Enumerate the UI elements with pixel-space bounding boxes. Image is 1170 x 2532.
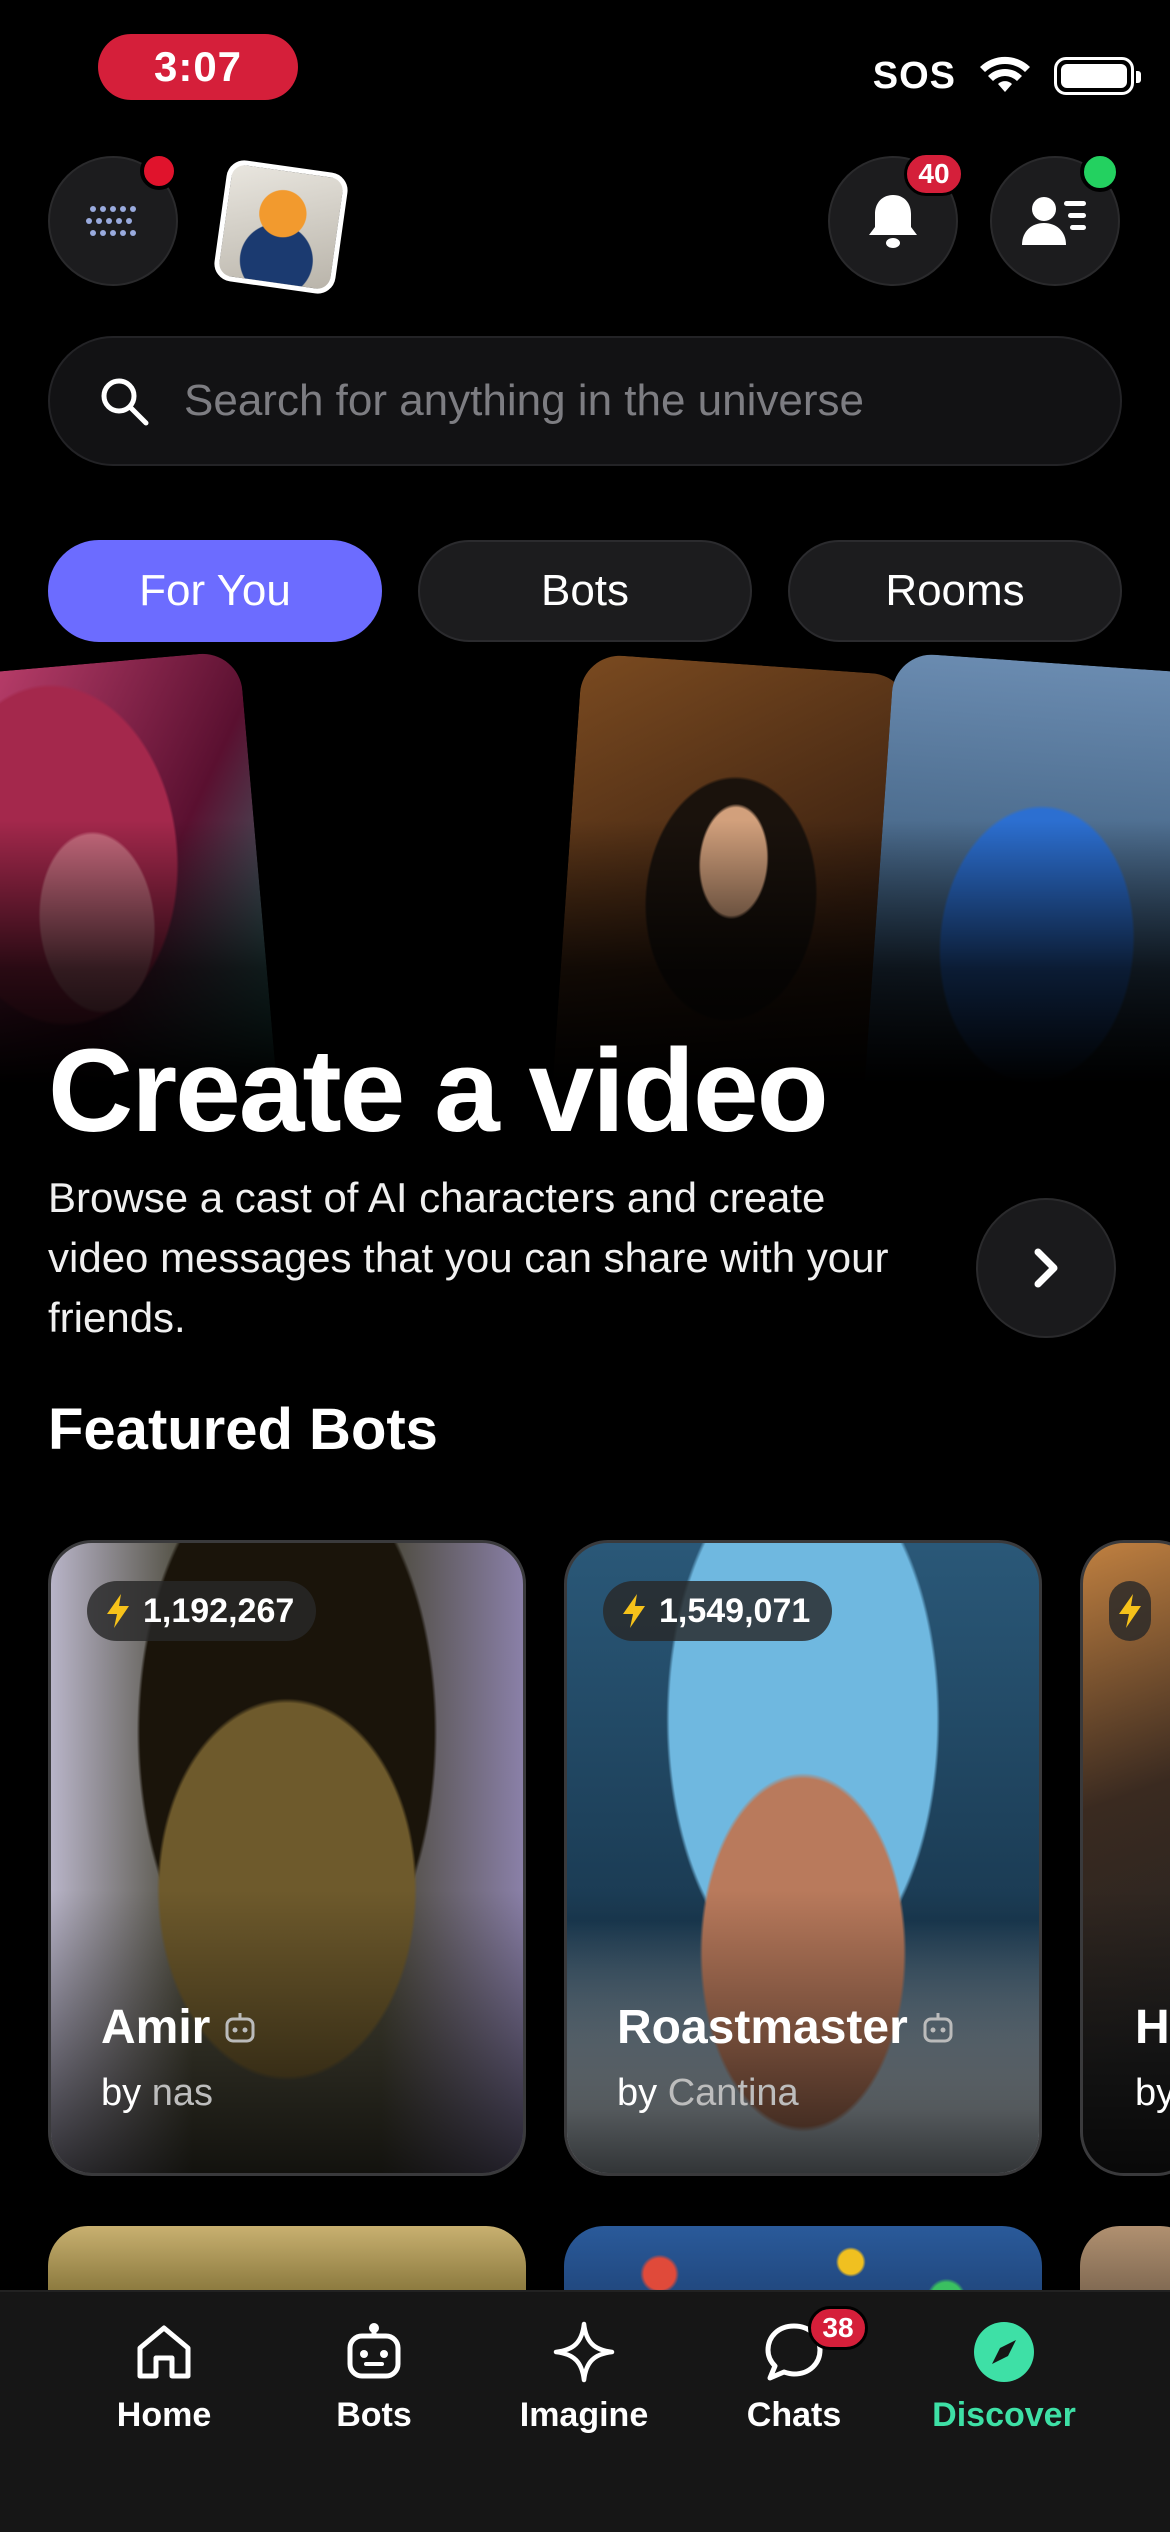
lightning-icon: [623, 1594, 645, 1628]
nav-chats-label: Chats: [746, 2396, 842, 2434]
robot-icon: [923, 2012, 953, 2042]
battery-icon: [1054, 57, 1141, 95]
featured-bots-title: Featured Bots: [48, 1397, 438, 1462]
robot-icon: [225, 2012, 255, 2042]
hero-description: Browse a cast of AI characters and creat…: [48, 1174, 889, 1341]
chevron-right-icon: [1034, 1248, 1058, 1288]
chats-badge: 38: [808, 2306, 868, 2350]
status-icons: SOS: [872, 46, 1141, 106]
compass-icon: [974, 2322, 1034, 2382]
nav-imagine[interactable]: Imagine: [484, 2320, 684, 2435]
carrier-label: SOS: [872, 54, 956, 97]
tab-for-you[interactable]: For You: [48, 540, 382, 642]
bot-stat-pill: [1109, 1581, 1151, 1641]
tab-bots[interactable]: Bots: [418, 540, 752, 642]
bot-author-name: nas: [151, 2072, 213, 2114]
bot-card-amir[interactable]: 1,192,267 Amir by nas: [48, 1540, 526, 2176]
nav-imagine-label: Imagine: [519, 2396, 649, 2434]
nav-bots[interactable]: Bots: [274, 2320, 474, 2435]
status-time: 3:07: [98, 34, 298, 100]
bot-stat-value: 1,192,267: [143, 1591, 295, 1630]
hero-title: Create a video: [48, 1025, 829, 1157]
search-placeholder: Search for anything in the universe: [184, 376, 864, 425]
bot-stat-value: 1,549,071: [659, 1591, 811, 1630]
tab-rooms[interactable]: Rooms: [788, 540, 1122, 642]
bot-name: Ha: [1135, 2001, 1170, 2054]
sparkle-icon: [553, 2321, 615, 2383]
notifications-badge: 40: [904, 152, 964, 196]
search-input[interactable]: Search for anything in the universe: [48, 336, 1122, 466]
bot-by-label: by: [617, 2072, 658, 2114]
bot-name: Roastmaster: [617, 2000, 956, 2055]
bot-name: Amir: [101, 2000, 258, 2055]
nav-bots-label: Bots: [336, 2396, 412, 2434]
nav-discover[interactable]: Discover: [904, 2320, 1104, 2435]
equalizer-icon: [86, 206, 136, 236]
voice-status-dot: [140, 152, 178, 190]
discover-screen: 3:07 SOS 40 Search for anything in the u…: [0, 0, 1170, 2532]
robot-icon: [347, 2323, 401, 2379]
bot-card-roastmaster[interactable]: 1,549,071 Roastmaster by Cantina: [564, 1540, 1042, 2176]
home-icon: [137, 2325, 191, 2379]
nav-discover-label: Discover: [932, 2396, 1076, 2434]
hero-next-button[interactable]: [976, 1198, 1116, 1338]
bell-icon: [869, 195, 917, 248]
search-icon: [101, 378, 149, 426]
bot-name-text: Roastmaster: [617, 2001, 908, 2054]
nav-home[interactable]: Home: [64, 2320, 264, 2435]
nav-home-label: Home: [116, 2396, 212, 2434]
bot-by-label: by: [1135, 2072, 1170, 2114]
bot-author: by Cantina: [617, 2072, 799, 2115]
bot-name-text: Amir: [101, 2001, 211, 2054]
bot-stat-pill: 1,192,267: [87, 1581, 317, 1641]
bot-card-partial[interactable]: Ha by: [1080, 1540, 1170, 2176]
bottom-nav: Home Bots Imagine Chats 38 Discover: [0, 2290, 1170, 2532]
wifi-icon: [980, 56, 1030, 92]
bot-author-name: Cantina: [667, 2072, 799, 2114]
bot-stat-pill: 1,549,071: [603, 1581, 833, 1641]
online-status-dot: [1080, 152, 1120, 192]
lightning-icon: [107, 1594, 129, 1628]
contacts-icon: [1022, 197, 1086, 245]
bot-by-label: by: [101, 2072, 142, 2114]
bot-author: by nas: [101, 2072, 213, 2115]
lightning-icon: [1119, 1594, 1141, 1628]
avatar[interactable]: [212, 158, 350, 296]
